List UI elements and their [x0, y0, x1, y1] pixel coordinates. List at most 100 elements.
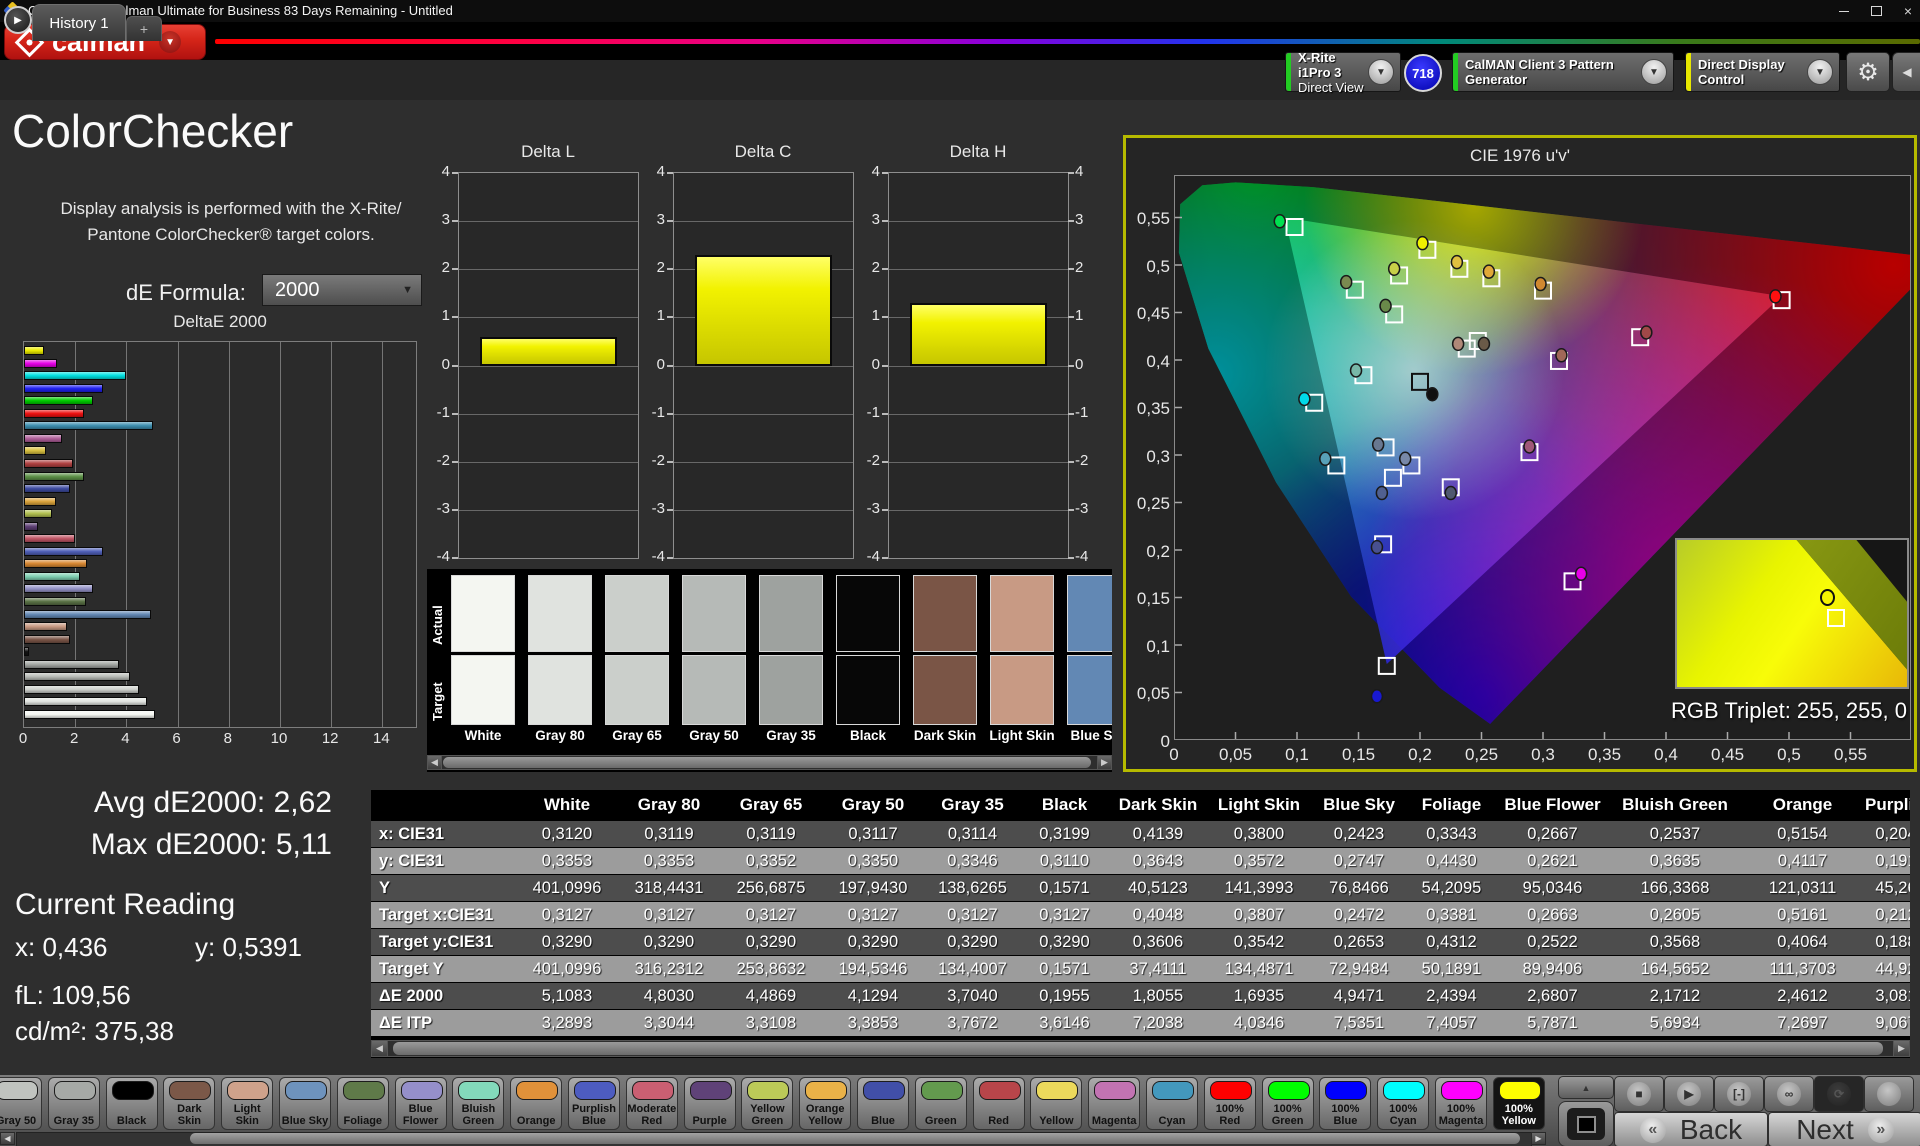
pattern-button-bluish-green[interactable]: Bluish Green — [452, 1077, 504, 1130]
strip-scrollbar-thumb[interactable] — [443, 757, 1091, 768]
pattern-button-cyan[interactable]: Cyan — [1146, 1077, 1198, 1130]
tab-history-1[interactable]: History 1 — [32, 4, 126, 41]
pattern-button-blue-sky[interactable]: Blue Sky — [279, 1077, 331, 1130]
cie-x-tick: 0 — [1151, 745, 1197, 765]
measured-point — [1445, 487, 1456, 500]
table-cell: 197,9430 — [822, 875, 924, 901]
pattern-button-foliage[interactable]: Foliage — [337, 1077, 389, 1130]
scroll-left-button[interactable]: ◀ — [0, 1132, 15, 1145]
extra-button[interactable] — [1864, 1076, 1914, 1112]
pattern-button-yellow-green[interactable]: Yellow Green — [741, 1077, 793, 1130]
next-button[interactable]: Next » — [1768, 1112, 1920, 1146]
pattern-button-purplish-blue[interactable]: Purplish Blue — [568, 1077, 620, 1130]
table-cell: 0,3110 — [1021, 848, 1108, 874]
badge-value: 718 — [1412, 66, 1434, 81]
pattern-button-purple[interactable]: Purple — [684, 1077, 736, 1130]
pattern-button-100-cyan[interactable]: 100% Cyan — [1377, 1077, 1429, 1130]
play-button[interactable]: ▶ — [1664, 1076, 1714, 1112]
deltae-x-tick: 2 — [59, 730, 89, 747]
deltae-bar — [24, 660, 119, 669]
reading-x: x: 0,436 — [15, 932, 108, 963]
measured-point — [1453, 337, 1464, 350]
add-tab-button[interactable]: + — [126, 16, 162, 41]
stop-button[interactable]: ■ — [1614, 1076, 1664, 1112]
pattern-button-green[interactable]: Green — [915, 1077, 967, 1130]
back-button[interactable]: « Back — [1614, 1112, 1768, 1146]
table-cell: 0,4048 — [1108, 902, 1208, 928]
deltae-bar — [24, 384, 103, 393]
scroll-right-button[interactable]: ▶ — [1893, 1040, 1910, 1057]
refresh-button[interactable]: ⟳ — [1814, 1076, 1864, 1112]
table-cell: 0,3127 — [618, 902, 720, 928]
table-cell: 0,3117 — [822, 821, 924, 847]
pattern-button-blue-flower[interactable]: Blue Flower — [395, 1077, 447, 1130]
scroll-left-button[interactable]: ◀ — [427, 755, 442, 770]
row-header: x: CIE31 — [371, 821, 516, 847]
deltae-bar — [24, 434, 62, 443]
measured-point — [1427, 388, 1438, 401]
expand-toolbar-button[interactable]: ▲ — [1558, 1076, 1614, 1099]
table-scrollbar-thumb[interactable] — [393, 1042, 1883, 1055]
frame-button[interactable]: [-] — [1714, 1076, 1764, 1112]
table-cell: 0,2537 — [1610, 821, 1740, 847]
row-header: Y — [371, 875, 516, 901]
table-cell: 0,3290 — [720, 929, 822, 955]
tab-overflow-button[interactable]: ▶ — [4, 6, 32, 34]
table-cell: 0,3290 — [822, 929, 924, 955]
table-header-row: WhiteGray 80Gray 65Gray 50Gray 35BlackDa… — [371, 792, 1910, 820]
pattern-button-gray-50[interactable]: Gray 50 — [0, 1077, 42, 1130]
scroll-right-button[interactable]: ▶ — [1097, 755, 1112, 770]
pattern-button-moderate-red[interactable]: Moderate Red — [626, 1077, 678, 1130]
pattern-button-100-yellow[interactable]: 100% Yellow — [1493, 1077, 1545, 1130]
target-swatch — [451, 655, 515, 725]
pattern-button-dark-skin[interactable]: Dark Skin — [163, 1077, 215, 1130]
pattern-button-100-magenta[interactable]: 100% Magenta — [1435, 1077, 1487, 1130]
pattern-button-red[interactable]: Red — [973, 1077, 1025, 1130]
pattern-generator-dropdown[interactable]: CalMAN Client 3 Pattern Generator ▼ — [1452, 52, 1674, 92]
target-swatch — [759, 655, 823, 725]
actual-row-label: Actual — [430, 605, 445, 645]
plus-icon: + — [140, 21, 148, 37]
deltae-bar — [24, 685, 139, 694]
pattern-button-orange-yellow[interactable]: Orange Yellow — [799, 1077, 851, 1130]
pattern-button-gray-35[interactable]: Gray 35 — [48, 1077, 100, 1130]
mini-y-tick: -2 — [850, 452, 880, 469]
table-cell: 50,1891 — [1408, 956, 1495, 982]
pattern-button-blue[interactable]: Blue — [857, 1077, 909, 1130]
inset-target-square — [1827, 609, 1845, 627]
meter-dropdown[interactable]: X-Rite i1Pro 3Direct View ▼ — [1285, 52, 1401, 92]
measured-point — [1556, 349, 1567, 362]
pattern-button-100-blue[interactable]: 100% Blue — [1319, 1077, 1371, 1130]
pattern-button-100-red[interactable]: 100% Red — [1204, 1077, 1256, 1130]
pattern-button-100-green[interactable]: 100% Green — [1262, 1077, 1314, 1130]
stop-pattern-button[interactable] — [1558, 1101, 1614, 1146]
delta-bar — [480, 337, 616, 366]
pattern-button-yellow[interactable]: Yellow — [1030, 1077, 1082, 1130]
pattern-color-chip — [805, 1081, 847, 1100]
pattern-button-light-skin[interactable]: Light Skin — [221, 1077, 273, 1130]
de-formula-select[interactable]: 2000 ▼ — [262, 274, 422, 306]
close-icon[interactable]: × — [1904, 0, 1912, 22]
mini-y-tick: 1 — [1075, 307, 1105, 324]
gridline — [459, 269, 638, 270]
tick-mark — [882, 172, 888, 174]
pattern-button-magenta[interactable]: Magenta — [1088, 1077, 1140, 1130]
pattern-color-chip — [169, 1081, 211, 1100]
deltae-bar — [24, 371, 126, 380]
scroll-left-button[interactable]: ◀ — [371, 1040, 388, 1057]
exposure-badge[interactable]: 718 — [1404, 54, 1442, 92]
settings-button[interactable]: ⚙ — [1846, 52, 1890, 92]
collapse-panel-button[interactable]: ◀ — [1892, 52, 1920, 92]
maximize-icon[interactable] — [1871, 6, 1882, 16]
deltae-bar — [24, 346, 44, 355]
minimize-icon[interactable] — [1839, 11, 1849, 12]
pattern-button-black[interactable]: Black — [106, 1077, 158, 1130]
table-cell: 0,3346 — [924, 848, 1021, 874]
column-header: Gray 35 — [924, 792, 1021, 818]
gridline — [889, 366, 1068, 367]
continuous-button[interactable]: ∞ — [1764, 1076, 1814, 1112]
display-control-dropdown[interactable]: Direct Display Control ▼ — [1685, 52, 1840, 92]
scroll-right-button[interactable]: ▶ — [1531, 1132, 1546, 1145]
pattern-button-orange[interactable]: Orange — [510, 1077, 562, 1130]
toolbar-scrollbar-thumb[interactable] — [190, 1133, 1520, 1144]
